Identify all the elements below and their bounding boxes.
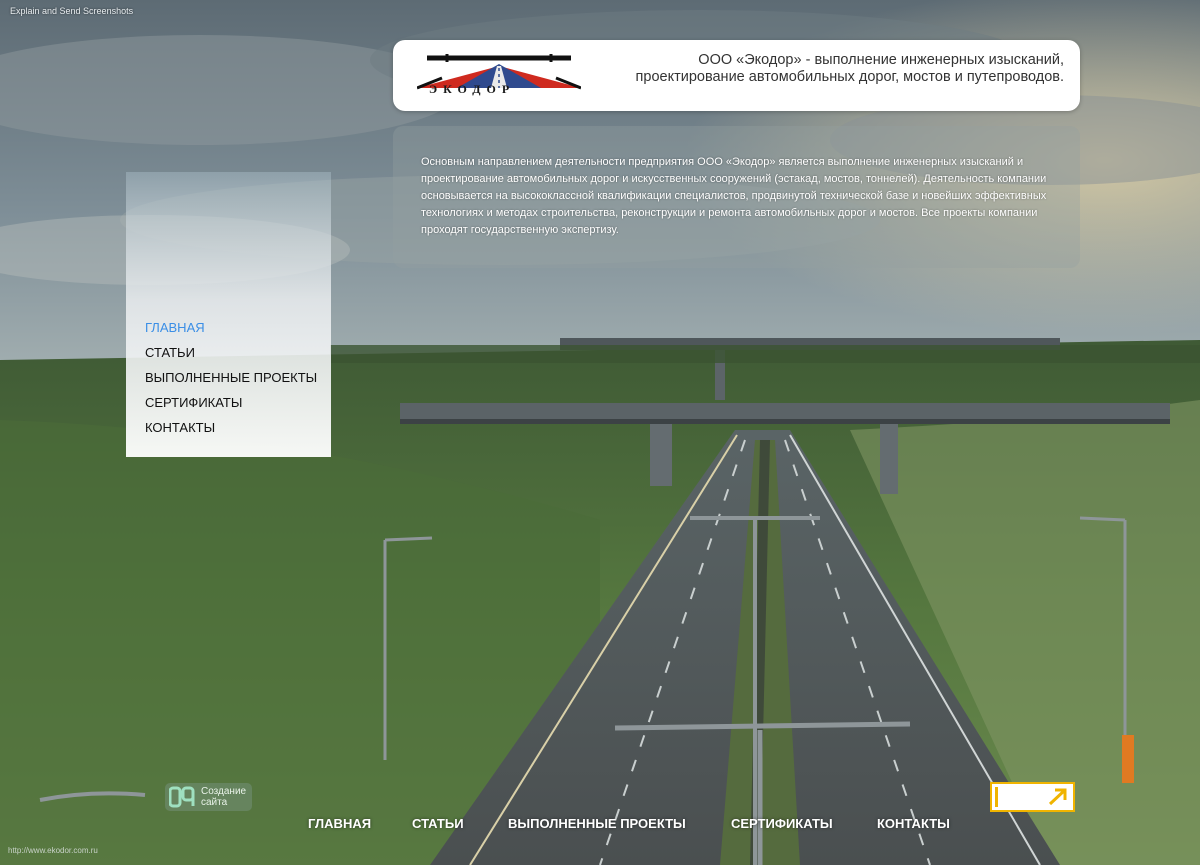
- description-panel: Основным направлением деятельности предп…: [393, 126, 1080, 268]
- arrow-up-right-icon: [1048, 788, 1067, 806]
- footer-link-projects[interactable]: Выполненные проекты: [508, 816, 686, 831]
- tagline-line-2: проектирование автомобильных дорог, мост…: [635, 69, 1064, 85]
- sidebar: Главная Статьи Выполненные проекты Серти…: [126, 172, 331, 457]
- sidebar-item-contacts[interactable]: Контакты: [145, 415, 317, 440]
- footer-link-home[interactable]: Главная: [308, 816, 371, 831]
- sidebar-item-articles[interactable]: Статьи: [145, 340, 317, 365]
- sidebar-item-home[interactable]: Главная: [145, 315, 317, 340]
- footer-nav: Главная Статьи Выполненные проекты Серти…: [0, 816, 1200, 836]
- counter-badge[interactable]: [990, 782, 1075, 812]
- tagline-line-1: ООО «Экодор» - выполнение инженерных изы…: [698, 52, 1064, 68]
- bottom-url: http://www.ekodor.com.ru: [8, 846, 98, 855]
- maker-line-2: сайта: [201, 797, 228, 808]
- sidebar-nav: Главная Статьи Выполненные проекты Серти…: [145, 315, 317, 440]
- maker-text: Создание сайта: [201, 786, 246, 808]
- footer-link-articles[interactable]: Статьи: [412, 816, 464, 831]
- sidebar-item-projects[interactable]: Выполненные проекты: [145, 365, 317, 390]
- site-maker-badge[interactable]: Создание сайта: [165, 783, 252, 811]
- site-tagline: ООО «Экодор» - выполнение инженерных изы…: [584, 52, 1064, 86]
- logo-text: ЭКОДОР: [429, 82, 516, 96]
- header-card: ЭКОДОР ООО «Экодор» - выполнение инженер…: [393, 40, 1080, 111]
- sidebar-item-certificates[interactable]: Сертификаты: [145, 390, 317, 415]
- maker-logo-icon: [169, 786, 195, 808]
- counter-bar-icon: [995, 787, 1007, 807]
- top-note: Explain and Send Screenshots: [10, 6, 134, 16]
- footer-link-contacts[interactable]: Контакты: [877, 816, 950, 831]
- company-description: Основным направлением деятельности предп…: [421, 156, 1047, 236]
- footer-link-certificates[interactable]: Сертификаты: [731, 816, 833, 831]
- maker-line-1: Создание: [201, 786, 247, 797]
